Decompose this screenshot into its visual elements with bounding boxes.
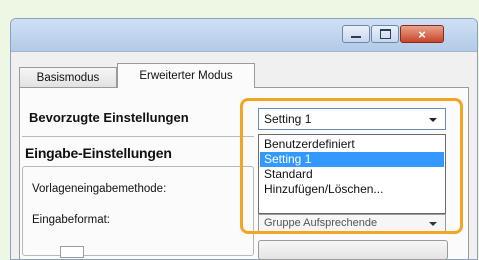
preferred-settings-label: Bevorzugte Einstellungen <box>29 110 189 125</box>
minimize-button[interactable] <box>342 25 370 43</box>
input-format-value: Gruppe Aufsprechende <box>264 217 378 229</box>
preferred-settings-value: Setting 1 <box>264 112 312 126</box>
chevron-down-icon <box>429 222 437 226</box>
input-format-label: Eingabeformat: <box>32 214 110 226</box>
dropdown-option-benutzerdefiniert[interactable]: Benutzerdefiniert <box>260 137 444 152</box>
input-format-select[interactable]: Gruppe Aufsprechende <box>258 214 446 232</box>
preferred-settings-select[interactable]: Setting 1 <box>258 108 446 130</box>
preferred-settings-dropdown: Benutzerdefiniert Setting 1 Standard Hin… <box>258 134 446 214</box>
tab-erweiterter-modus[interactable]: Erweiterter Modus <box>117 63 255 88</box>
title-bar: × <box>11 19 477 52</box>
dropdown-option-setting-1[interactable]: Setting 1 <box>260 152 444 167</box>
input-settings-heading: Eingabe-Einstellungen <box>25 145 172 161</box>
template-method-label: Vorlageneingabemethode: <box>32 183 167 195</box>
input-settings-group <box>22 166 254 256</box>
minimize-icon <box>343 26 369 42</box>
maximize-button[interactable] <box>371 25 399 43</box>
section-divider <box>22 136 254 137</box>
tab-basismodus[interactable]: Basismodus <box>19 67 117 87</box>
close-icon: × <box>418 26 426 42</box>
close-button[interactable]: × <box>400 25 444 43</box>
format-preview-thumbnail <box>60 246 84 258</box>
dropdown-option-standard[interactable]: Standard <box>260 167 444 182</box>
chevron-down-icon <box>429 118 437 122</box>
dropdown-option-add-delete[interactable]: Hinzufügen/Löschen... <box>260 182 444 197</box>
maximize-icon <box>372 26 398 42</box>
input-format-button[interactable] <box>258 240 448 260</box>
